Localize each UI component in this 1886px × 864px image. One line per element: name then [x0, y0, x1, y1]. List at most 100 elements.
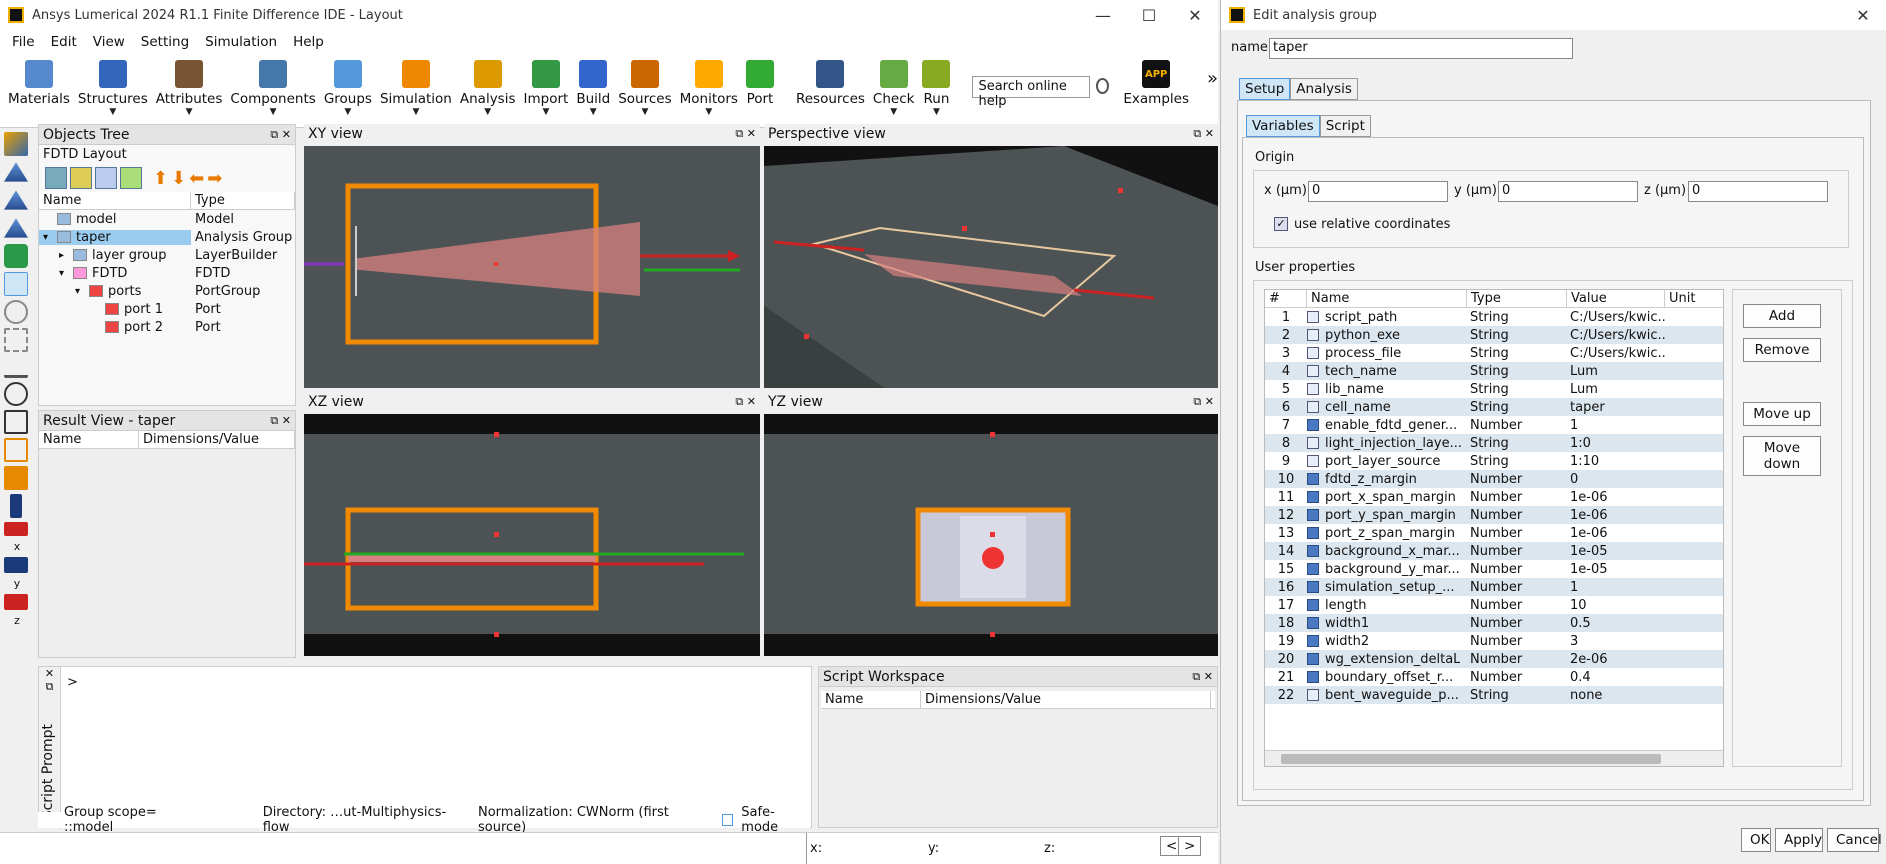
property-row[interactable]: 12 port_y_span_margin Number 1e-06 [1265, 506, 1723, 524]
tree-row[interactable]: model Model [39, 210, 295, 228]
column-value[interactable]: Value [1567, 290, 1665, 307]
menu-setting[interactable]: Setting [133, 34, 197, 50]
property-row[interactable]: 18 width1 Number 0.5 [1265, 614, 1723, 632]
property-row[interactable]: 16 simulation_setup_... Number 1 [1265, 578, 1723, 596]
tab-setup[interactable]: Setup [1239, 78, 1291, 100]
property-value[interactable]: 1 [1567, 418, 1665, 433]
x-slice-icon[interactable] [4, 557, 28, 573]
property-row[interactable]: 10 fdtd_z_margin Number 0 [1265, 470, 1723, 488]
toolbar-port-button[interactable]: Port [745, 54, 774, 107]
toolbar-sources-button[interactable]: Sources ▼ [618, 54, 672, 117]
toolbar-build-button[interactable]: Build ▼ [576, 54, 610, 117]
panel-float-close-icon[interactable]: ✕ ⧉ [39, 667, 60, 694]
draw-icon[interactable] [4, 132, 28, 156]
property-row[interactable]: 14 background_x_mar... Number 1e-05 [1265, 542, 1723, 560]
menu-simulation[interactable]: Simulation [197, 34, 285, 50]
triangle-icon[interactable] [4, 162, 28, 182]
delete-icon[interactable] [4, 244, 28, 268]
toolbar-structures-button[interactable]: Structures ▼ [78, 54, 148, 117]
search-icon[interactable] [1096, 78, 1110, 94]
menu-help[interactable]: Help [285, 34, 332, 50]
property-row[interactable]: 13 port_z_span_margin Number 1e-06 [1265, 524, 1723, 542]
toolbar-groups-button[interactable]: Groups ▼ [324, 54, 372, 117]
toolbar-simulation-button[interactable]: Simulation ▼ [380, 54, 452, 117]
dropdown-arrow-icon[interactable]: ▼ [890, 107, 897, 117]
property-value[interactable]: 0.5 [1567, 616, 1665, 631]
property-row[interactable]: 11 port_x_span_margin Number 1e-06 [1265, 488, 1723, 506]
dropdown-arrow-icon[interactable]: ▼ [186, 107, 193, 117]
column-dimensions-value[interactable]: Dimensions/Value [139, 431, 295, 448]
panel-float-close-icon[interactable]: ⧉ ✕ [270, 128, 295, 142]
maximize-button[interactable]: ☐ [1126, 6, 1172, 25]
property-value[interactable]: 1:0 [1567, 436, 1665, 451]
property-value[interactable]: 1 [1567, 580, 1665, 595]
dialog-close-button[interactable]: ✕ [1840, 6, 1886, 25]
yz-view-canvas[interactable] [764, 414, 1218, 656]
xz-view-canvas[interactable] [304, 414, 760, 656]
ok-button[interactable]: OK [1741, 828, 1771, 852]
property-row[interactable]: 2 python_exe String C:/Users/kwic... [1265, 326, 1723, 344]
safe-mode-checkbox[interactable] [721, 814, 734, 826]
property-value[interactable]: 1:10 [1567, 454, 1665, 469]
property-row[interactable]: 9 port_layer_source String 1:10 [1265, 452, 1723, 470]
tree-add-icon[interactable] [120, 167, 142, 189]
column-dimensions-value[interactable]: Dimensions/Value [921, 691, 1211, 708]
tree-expander-icon[interactable]: ▾ [43, 232, 57, 243]
grid-icon[interactable] [4, 410, 28, 434]
property-value[interactable]: 10 [1567, 598, 1665, 613]
column-unit[interactable]: Unit [1665, 290, 1723, 307]
property-value[interactable]: 2e-06 [1567, 652, 1665, 667]
property-value[interactable]: C:/Users/kwic... [1567, 328, 1665, 343]
toolbar-overflow-button[interactable]: » [1207, 68, 1218, 89]
tree-expander-icon[interactable]: ▸ [59, 250, 73, 261]
panel-float-close-icon[interactable]: ⧉ ✕ [735, 395, 760, 409]
move-right-icon[interactable]: ➡ [207, 168, 222, 189]
script-prompt-caret[interactable]: > [67, 675, 78, 690]
panel-float-close-icon[interactable]: ⧉ ✕ [270, 414, 295, 428]
tab-analysis[interactable]: Analysis [1290, 78, 1358, 100]
use-relative-coordinates-checkbox[interactable]: ✓ [1274, 217, 1288, 231]
property-value[interactable]: C:/Users/kwic... [1567, 346, 1665, 361]
panel-float-close-icon[interactable]: ⧉ ✕ [735, 127, 760, 141]
toolbar-check-button[interactable]: Check ▼ [873, 54, 914, 117]
search-online-help-input[interactable]: Search online help [972, 76, 1091, 109]
perspective-view-canvas[interactable] [764, 146, 1218, 388]
move-down-button[interactable]: Move down [1743, 436, 1821, 476]
array-icon[interactable] [4, 218, 28, 238]
dropdown-arrow-icon[interactable]: ▼ [933, 107, 940, 117]
move-down-icon[interactable]: ⬇ [171, 168, 186, 189]
column-name[interactable]: Name [39, 431, 139, 448]
select-cursor-icon[interactable] [4, 272, 28, 296]
move-left-icon[interactable]: ⬅ [189, 168, 204, 189]
dropdown-arrow-icon[interactable]: ▼ [641, 107, 648, 117]
property-row[interactable]: 19 width2 Number 3 [1265, 632, 1723, 650]
ruler-icon[interactable] [4, 366, 28, 378]
tree-row[interactable]: ▸ layer group LayerBuilder [39, 246, 295, 264]
toolbar-components-button[interactable]: Components ▼ [230, 54, 316, 117]
scrollbar-thumb[interactable] [1281, 754, 1661, 764]
property-value[interactable]: 3 [1567, 634, 1665, 649]
slice-icon[interactable] [4, 522, 28, 536]
tree-row[interactable]: ▾ taper Analysis Group [39, 228, 295, 246]
property-row[interactable]: 4 tech_name String Lum [1265, 362, 1723, 380]
toolbar-import-button[interactable]: Import ▼ [524, 54, 568, 117]
pan-icon[interactable] [4, 328, 28, 352]
dropdown-arrow-icon[interactable]: ▼ [705, 107, 712, 117]
property-row[interactable]: 17 length Number 10 [1265, 596, 1723, 614]
dropdown-arrow-icon[interactable]: ▼ [344, 107, 351, 117]
tree-ungroup-icon[interactable] [95, 167, 117, 189]
column-type[interactable]: Type [191, 192, 295, 209]
property-value[interactable]: 0.4 [1567, 670, 1665, 685]
property-row[interactable]: 5 lib_name String Lum [1265, 380, 1723, 398]
property-value[interactable]: none [1567, 688, 1665, 703]
property-row[interactable]: 7 enable_fdtd_gener... Number 1 [1265, 416, 1723, 434]
property-value[interactable]: Lum [1567, 364, 1665, 379]
prism-icon[interactable] [4, 190, 28, 210]
calculator-icon[interactable] [4, 466, 28, 490]
property-value[interactable]: Lum [1567, 382, 1665, 397]
move-up-icon[interactable]: ⬆ [153, 168, 168, 189]
toolbar-run-button[interactable]: Run ▼ [922, 54, 951, 117]
toolbar-monitors-button[interactable]: Monitors ▼ [680, 54, 738, 117]
menu-edit[interactable]: Edit [43, 34, 85, 50]
tree-expander-icon[interactable]: ▾ [59, 268, 73, 279]
